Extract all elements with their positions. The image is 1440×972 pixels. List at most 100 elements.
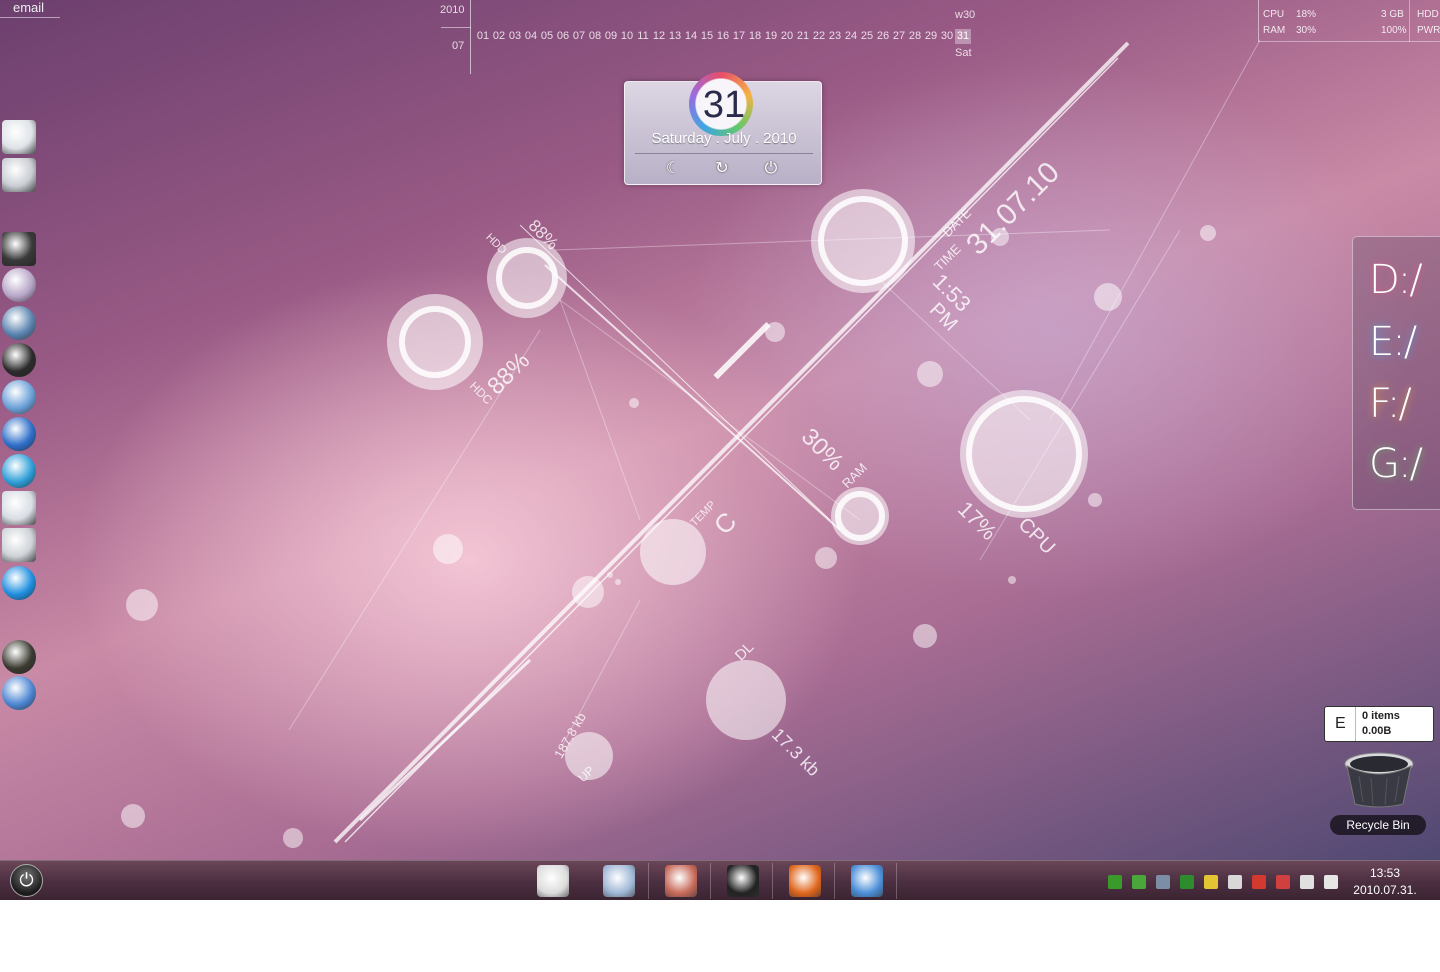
recycle-bin-label[interactable]: Recycle Bin — [1330, 815, 1426, 835]
calendar-day[interactable]: 08 — [587, 29, 603, 44]
flag-x-icon[interactable] — [1276, 875, 1290, 889]
globe-icon[interactable] — [2, 306, 36, 340]
calendar-day[interactable]: 19 — [763, 29, 779, 44]
film-drive-icon[interactable] — [2, 528, 36, 562]
calendar-day[interactable]: 18 — [747, 29, 763, 44]
calendar-day[interactable]: 31 — [955, 29, 971, 44]
network-icon[interactable] — [1300, 875, 1314, 889]
drive-f[interactable]: F:/ — [1369, 381, 1412, 427]
calendar-divider — [441, 27, 471, 28]
ram-value: 30% — [795, 423, 849, 477]
calendar-day[interactable]: 28 — [907, 29, 923, 44]
calendar-day[interactable]: 12 — [651, 29, 667, 44]
clock-time[interactable]: 13:53 — [1356, 866, 1414, 880]
date-divider — [635, 153, 813, 154]
date-full: Saturday . July . 2010 — [651, 130, 797, 147]
ovi-icon[interactable] — [1108, 875, 1122, 889]
calendar-day[interactable]: 06 — [555, 29, 571, 44]
taskbar-separator — [896, 863, 897, 899]
water-drop-icon[interactable] — [603, 865, 635, 897]
recycle-bin-size: 0.00B — [1362, 725, 1392, 737]
taskbar-separator — [710, 863, 711, 899]
calendar-day[interactable]: 17 — [731, 29, 747, 44]
calendar-days: 01 02 03 04 05 06 07 08 09 10 11 12 13 14 15 16 17 18 19 20… — [475, 29, 971, 44]
calendar-week-number: w30 — [955, 9, 976, 21]
calendar-day[interactable]: 02 — [491, 29, 507, 44]
monitor-icon[interactable] — [1228, 875, 1242, 889]
atom-icon[interactable] — [2, 268, 36, 302]
calendar-day[interactable]: 20 — [779, 29, 795, 44]
film-reel-icon[interactable] — [537, 865, 569, 897]
volume-icon[interactable] — [1324, 875, 1338, 889]
restart-button[interactable]: ↻ — [710, 157, 734, 181]
calendar-day[interactable]: 14 — [683, 29, 699, 44]
calendar-day[interactable]: 16 — [715, 29, 731, 44]
calendar-day[interactable]: 25 — [859, 29, 875, 44]
calendar-day[interactable]: 30 — [939, 29, 955, 44]
drive-icon[interactable] — [2, 158, 36, 192]
power-icon: ⏻ — [764, 160, 778, 177]
taskbar-separator — [648, 863, 649, 899]
green-box-icon[interactable] — [1180, 875, 1194, 889]
clapper-icon[interactable] — [727, 865, 759, 897]
hdd-label: HDD — [483, 231, 509, 257]
cpu-value: 18% — [1296, 9, 1317, 20]
calendar-day[interactable]: 07 — [571, 29, 587, 44]
calendar-divider — [470, 0, 471, 74]
drive-d[interactable]: D:/ — [1369, 257, 1423, 303]
calendar-day[interactable]: 11 — [635, 29, 651, 44]
cmd-icon[interactable] — [2, 232, 36, 266]
restart-icon: ↻ — [715, 160, 729, 177]
power-value: 100% — [1381, 25, 1407, 36]
network-globe-icon[interactable] — [2, 380, 36, 414]
taskbar-separator — [834, 863, 835, 899]
calendar-day[interactable]: 21 — [795, 29, 811, 44]
shield-check-icon[interactable] — [1132, 875, 1146, 889]
up-value: 187.8 kb — [550, 710, 589, 761]
calendar-day[interactable]: 23 — [827, 29, 843, 44]
clock-date[interactable]: 2010.07.31. — [1352, 883, 1418, 897]
calendar-day[interactable]: 15 — [699, 29, 715, 44]
headphones-icon[interactable] — [2, 343, 36, 377]
calendar-day[interactable]: 24 — [843, 29, 859, 44]
date-widget: 31 Saturday . July . 2010 ☾ ↻ ⏻ — [624, 72, 822, 185]
safari-compass-icon[interactable] — [2, 417, 36, 451]
drives-panel: D:/ E:/ F:/ G:/ — [1352, 236, 1440, 510]
calendar-day[interactable]: 09 — [603, 29, 619, 44]
calendar-day[interactable]: 05 — [539, 29, 555, 44]
calendar-day[interactable]: 01 — [475, 29, 491, 44]
pen-tool-icon[interactable] — [2, 640, 36, 674]
settings-network-icon[interactable] — [2, 676, 36, 710]
play-icon[interactable] — [2, 566, 36, 600]
opera-icon[interactable] — [1252, 875, 1266, 889]
drive-e[interactable]: E:/ — [1369, 319, 1417, 365]
calendar-day[interactable]: 03 — [507, 29, 523, 44]
calendar-day[interactable]: 22 — [811, 29, 827, 44]
recycle-bin-info: E 0 items 0.00B — [1324, 706, 1434, 742]
calendar-day[interactable]: 10 — [619, 29, 635, 44]
calendar-day[interactable]: 27 — [891, 29, 907, 44]
recycle-bin-items: 0 items — [1362, 710, 1400, 722]
control-panel-icon[interactable] — [851, 865, 883, 897]
recycle-bin-icon[interactable] — [1343, 752, 1415, 808]
calendar-day[interactable]: 29 — [923, 29, 939, 44]
sleep-button[interactable]: ☾ — [661, 157, 685, 181]
drop-icon[interactable] — [1156, 875, 1170, 889]
taskbar-separator — [772, 863, 773, 899]
calendar-day[interactable]: 13 — [667, 29, 683, 44]
users-icon[interactable] — [665, 865, 697, 897]
calendar-month: 07 — [452, 40, 465, 52]
computer-icon[interactable] — [2, 120, 36, 154]
yellow-disc-icon[interactable] — [1204, 875, 1218, 889]
download-icon[interactable] — [2, 491, 36, 525]
start-button[interactable]: ⏻ — [10, 864, 43, 897]
shutdown-button[interactable]: ⏻ — [759, 157, 783, 181]
calendar-day[interactable]: 26 — [875, 29, 891, 44]
calendar-weekday: Sat — [955, 47, 972, 59]
calendar-day[interactable]: 04 — [523, 29, 539, 44]
media-player-icon[interactable] — [2, 454, 36, 488]
email-widget[interactable]: email — [0, 0, 60, 18]
drive-g[interactable]: G:/ — [1369, 441, 1423, 487]
up-label: UP — [575, 763, 598, 785]
firefox-icon[interactable] — [789, 865, 821, 897]
